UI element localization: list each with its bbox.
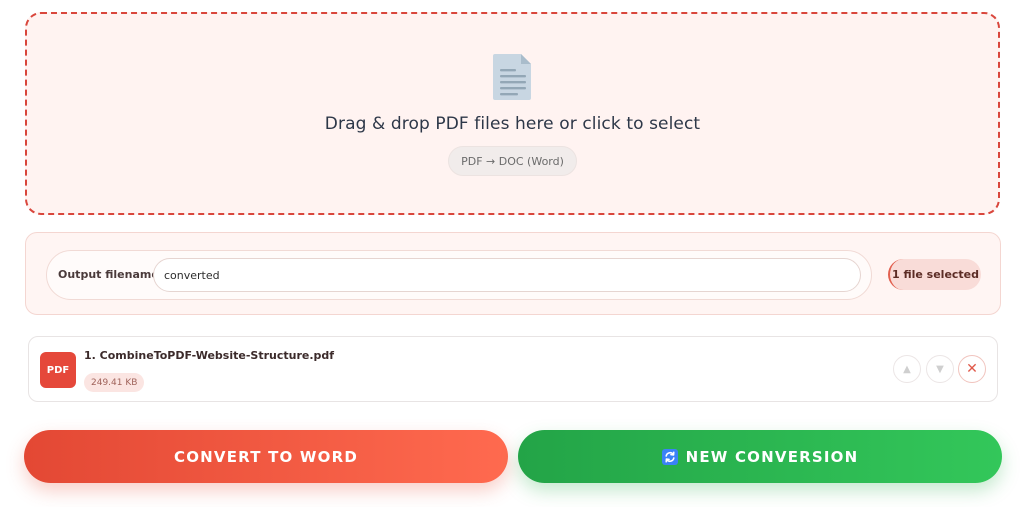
dropzone-title: Drag & drop PDF files here or click to s… bbox=[324, 114, 701, 134]
converter-page: Drag & drop PDF files here or click to s… bbox=[0, 0, 1024, 507]
file-list-item: PDF 1. CombineToPDF-Website-Structure.pd… bbox=[28, 336, 998, 402]
convert-button[interactable]: CONVERT TO WORD bbox=[24, 430, 508, 483]
document-icon bbox=[492, 54, 531, 100]
files-selected-badge: 1 file selected bbox=[888, 259, 981, 290]
file-name: 1. CombineToPDF-Website-Structure.pdf bbox=[84, 349, 335, 362]
chevron-down-icon: ▼ bbox=[936, 363, 944, 375]
filename-label: Output filename: bbox=[58, 268, 164, 281]
remove-file-button[interactable]: ✕ bbox=[958, 355, 986, 383]
chevron-up-icon: ▲ bbox=[903, 363, 911, 375]
move-down-button[interactable]: ▼ bbox=[926, 355, 954, 383]
format-badge: PDF → DOC (Word) bbox=[448, 146, 577, 176]
close-icon: ✕ bbox=[966, 361, 978, 377]
file-size-badge: 249.41 KB bbox=[84, 373, 145, 392]
filename-group: Output filename: bbox=[46, 250, 872, 300]
move-up-button[interactable]: ▲ bbox=[893, 355, 921, 383]
new-conversion-label: NEW CONVERSION bbox=[685, 447, 859, 466]
pdf-file-icon: PDF bbox=[40, 352, 76, 388]
options-panel: Output filename: 1 file selected bbox=[25, 232, 1001, 315]
convert-button-label: CONVERT TO WORD bbox=[173, 447, 358, 466]
filename-input[interactable] bbox=[153, 258, 861, 292]
refresh-icon bbox=[661, 448, 678, 465]
new-conversion-button[interactable]: NEW CONVERSION bbox=[518, 430, 1002, 483]
file-dropzone[interactable]: Drag & drop PDF files here or click to s… bbox=[25, 12, 1000, 215]
